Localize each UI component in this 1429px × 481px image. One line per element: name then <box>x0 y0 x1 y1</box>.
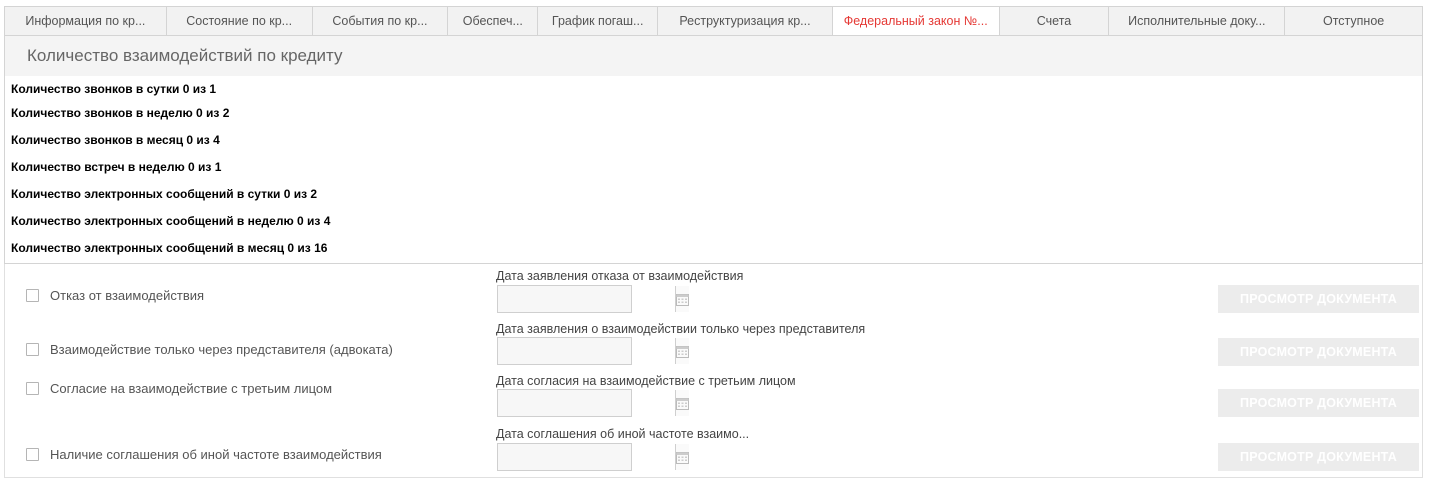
option-row-representative: Взаимодействие только через представител… <box>4 318 1423 372</box>
representative-date-label: Дата заявления о взаимодействии только ч… <box>496 322 866 336</box>
representative-date-field[interactable] <box>497 337 689 365</box>
option-row-frequency-agreement: Наличие соглашения об иной частоте взаим… <box>4 425 1423 478</box>
option-row-third-party: Согласие на взаимодействие с третьим лиц… <box>4 372 1423 425</box>
tab-loan-info[interactable]: Информация по кр... <box>5 7 167 35</box>
view-third-party-document-button[interactable]: ПРОСМОТР ДОКУМЕНТА <box>1218 389 1419 417</box>
representative-checkbox-label: Взаимодействие только через представител… <box>50 342 393 357</box>
tab-accounts[interactable]: Счета <box>1000 7 1110 35</box>
stat-calls-per-month: Количество звонков в месяц 0 из 4 <box>11 133 220 147</box>
calendar-icon[interactable] <box>675 444 689 470</box>
refusal-date-field[interactable] <box>497 285 689 313</box>
stat-messages-per-month: Количество электронных сообщений в месяц… <box>11 241 328 255</box>
option-row-refusal: Отказ от взаимодействия Дата заявления о… <box>4 264 1423 318</box>
tab-federal-law[interactable]: Федеральный закон №... <box>832 7 1000 35</box>
tab-compensation[interactable]: Отступное <box>1285 7 1422 35</box>
tab-collateral[interactable]: Обеспеч... <box>448 7 539 35</box>
calendar-icon[interactable] <box>675 390 689 416</box>
stat-messages-per-day: Количество электронных сообщений в сутки… <box>11 187 318 201</box>
stat-calls-per-week: Количество звонков в неделю 0 из 2 <box>11 106 230 120</box>
frequency-agreement-checkbox[interactable] <box>26 448 39 461</box>
interaction-stats: Количество звонков в сутки 0 из 1 Количе… <box>5 76 1422 262</box>
tab-loan-status[interactable]: Состояние по кр... <box>167 7 313 35</box>
third-party-date-label: Дата согласия на взаимодействие с третьи… <box>496 374 796 388</box>
refusal-checkbox-label: Отказ от взаимодействия <box>50 288 205 303</box>
representative-checkbox[interactable] <box>26 343 39 356</box>
refusal-date-label: Дата заявления отказа от взаимодействия <box>496 269 744 283</box>
refusal-checkbox-group[interactable]: Отказ от взаимодействия <box>26 288 204 303</box>
view-frequency-agreement-document-button[interactable]: ПРОСМОТР ДОКУМЕНТА <box>1218 443 1419 471</box>
interactions-panel: Количество взаимодействий по кредиту Кол… <box>4 36 1423 264</box>
representative-date-input[interactable] <box>498 338 675 364</box>
frequency-agreement-date-field[interactable] <box>497 443 689 471</box>
stat-calls-per-day: Количество звонков в сутки 0 из 1 <box>11 82 217 96</box>
refusal-checkbox[interactable] <box>26 289 39 302</box>
view-refusal-document-button[interactable]: ПРОСМОТР ДОКУМЕНТА <box>1218 285 1419 313</box>
calendar-icon[interactable] <box>675 338 689 364</box>
stat-messages-per-week: Количество электронных сообщений в недел… <box>11 214 331 228</box>
third-party-date-input[interactable] <box>498 390 675 416</box>
view-representative-document-button[interactable]: ПРОСМОТР ДОКУМЕНТА <box>1218 338 1419 366</box>
frequency-agreement-date-label: Дата соглашения об иной частоте взаимо..… <box>496 427 750 441</box>
refusal-date-input[interactable] <box>498 286 675 312</box>
third-party-checkbox[interactable] <box>26 382 39 395</box>
tab-loan-events[interactable]: События по кр... <box>313 7 449 35</box>
tab-restructuring[interactable]: Реструктуризация кр... <box>658 7 833 35</box>
tab-enforcement-docs[interactable]: Исполнительные доку... <box>1109 7 1286 35</box>
third-party-date-field[interactable] <box>497 389 689 417</box>
frequency-agreement-checkbox-group[interactable]: Наличие соглашения об иной частоте взаим… <box>26 447 382 462</box>
tab-bar: Информация по кр... Состояние по кр... С… <box>4 6 1423 36</box>
tab-repayment-schedule[interactable]: График погаш... <box>538 7 659 35</box>
panel-title: Количество взаимодействий по кредиту <box>5 36 1422 76</box>
frequency-agreement-date-input[interactable] <box>498 444 675 470</box>
calendar-icon[interactable] <box>675 286 689 312</box>
frequency-agreement-checkbox-label: Наличие соглашения об иной частоте взаим… <box>50 447 382 462</box>
representative-checkbox-group[interactable]: Взаимодействие только через представител… <box>26 342 393 357</box>
third-party-checkbox-group[interactable]: Согласие на взаимодействие с третьим лиц… <box>26 381 332 396</box>
stat-meetings-per-week: Количество встреч в неделю 0 из 1 <box>11 160 222 174</box>
third-party-checkbox-label: Согласие на взаимодействие с третьим лиц… <box>50 381 333 396</box>
